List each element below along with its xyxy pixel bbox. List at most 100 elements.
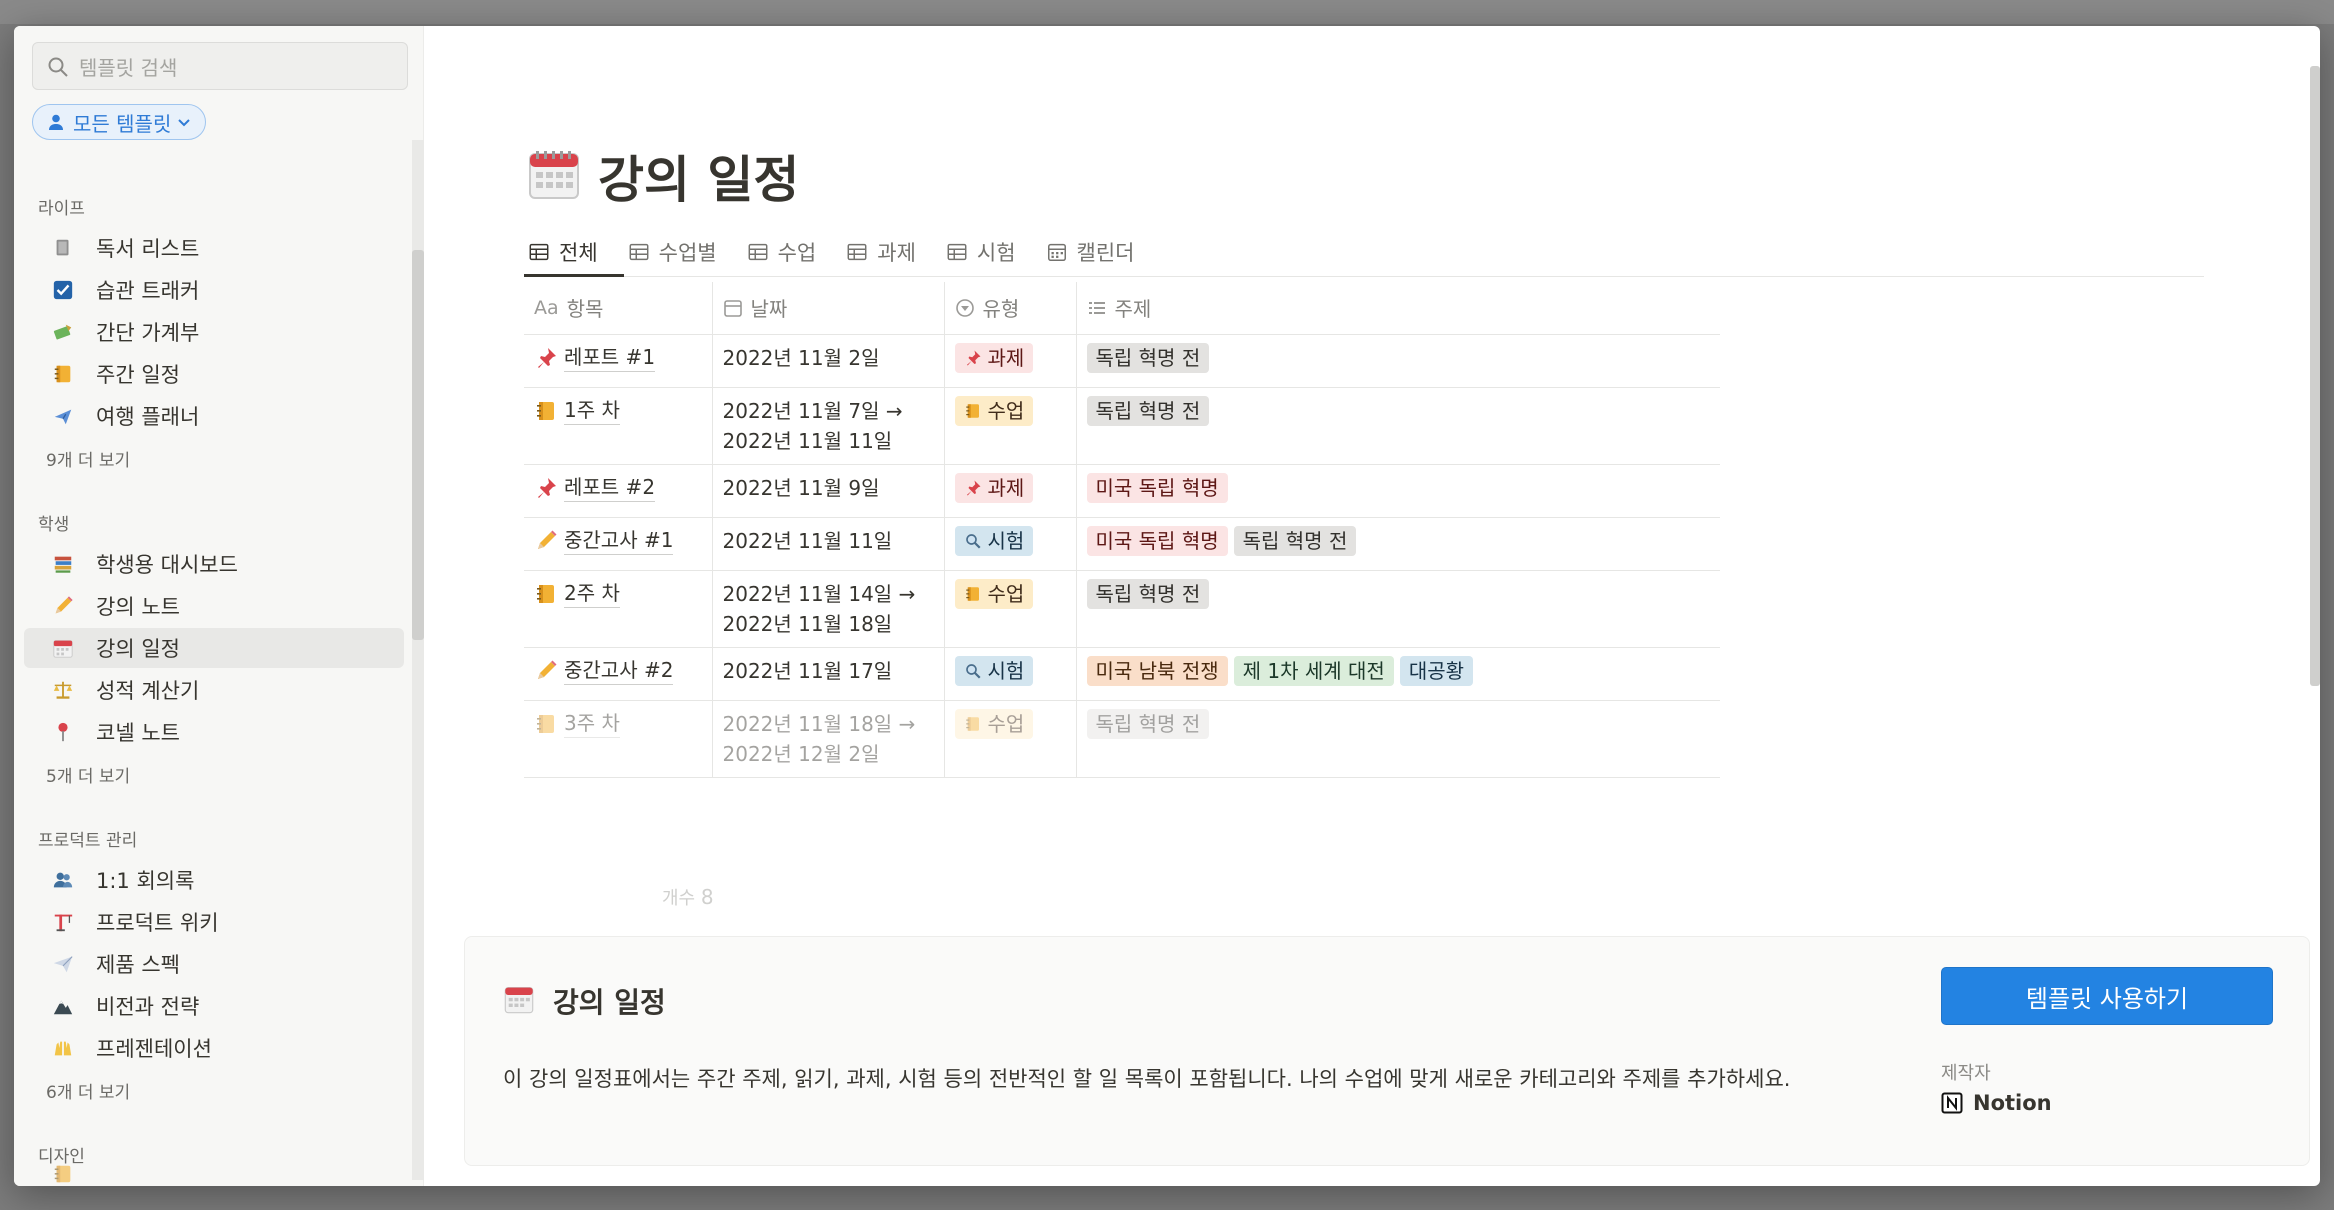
sidebar-item-label: 1:1 회의록 (96, 869, 195, 893)
pin-icon (50, 719, 76, 745)
notebook-icon (534, 396, 558, 423)
template-gallery-modal: 템플릿 검색 모든 템플릿 라이프독서 리스트 습관 트래커 간단 가계부 주간 일정… (14, 26, 2320, 1186)
row-title: 2주 차 (564, 579, 620, 608)
cell-topic[interactable]: 독립 혁명 전 (1076, 334, 1720, 388)
panel-description: 이 강의 일정표에서는 주간 주제, 읽기, 과제, 시험 등의 전반적인 할 … (503, 1067, 1791, 1091)
sidebar-item-label: 강의 노트 (96, 595, 180, 619)
column-header-date[interactable]: 날짜 (712, 282, 945, 335)
sidebar-item-raised-hands[interactable]: 프레젠테이션 (24, 1028, 404, 1068)
sidebar-item-airplane[interactable]: 여행 플래너 (24, 396, 404, 436)
use-template-button[interactable]: 템플릿 사용하기 (1941, 967, 2273, 1025)
tab-view-1[interactable]: 수업별 (628, 232, 717, 272)
sidebar-item-partial[interactable] (24, 1154, 404, 1186)
topic-tag: 미국 독립 혁명 (1086, 525, 1228, 556)
date-value: 2022년 11월 17일 (722, 658, 893, 683)
show-more-link[interactable]: 6개 더 보기 (46, 1078, 130, 1103)
sidebar-item-mountain[interactable]: 비전과 전략 (24, 986, 404, 1026)
tab-label: 수업별 (658, 241, 717, 265)
sidebar-item-checkbox[interactable]: 습관 트래커 (24, 270, 404, 310)
cell-type[interactable]: 시험 (944, 647, 1077, 701)
cell-name[interactable]: 3주 차 (524, 700, 713, 778)
cell-date[interactable]: 2022년 11월 17일 (712, 647, 945, 701)
row-title: 레포트 #2 (564, 473, 656, 502)
cell-name[interactable]: 중간고사 #1 (524, 517, 713, 571)
cell-type[interactable]: 수업 (944, 700, 1077, 778)
sidebar-item-book[interactable]: 독서 리스트 (24, 228, 404, 268)
show-more-link[interactable]: 9개 더 보기 (46, 446, 130, 471)
cell-date[interactable]: 2022년 11월 2일 (712, 334, 945, 388)
topic-tag: 제 1차 세계 대전 (1233, 655, 1394, 686)
tab-view-4[interactable]: 시험 (946, 232, 1016, 272)
type-tag: 수업 (954, 708, 1034, 739)
sidebar-item-crane[interactable]: 프로덕트 위키 (24, 902, 404, 942)
date-value: 2022년 11월 2일 (722, 345, 880, 370)
preview-scrollbar[interactable] (2310, 66, 2320, 686)
tab-view-0[interactable]: 전체 (528, 232, 598, 272)
sidebar-item-pin[interactable]: 코넬 노트 (24, 712, 404, 752)
table-row[interactable]: 레포트 #2 2022년 11월 9일 과제 미국 독립 혁명 (524, 464, 1720, 518)
table-row[interactable]: 1주 차 2022년 11월 7일 → 2022년 11월 11일 수업 독립 … (524, 387, 1720, 465)
sidebar-scrollbar[interactable] (412, 140, 424, 1180)
cell-name[interactable]: 레포트 #1 (524, 334, 713, 388)
table-row[interactable]: 레포트 #1 2022년 11월 2일 과제 독립 혁명 전 (524, 334, 1720, 388)
column-header-topic[interactable]: 주제 (1076, 282, 1720, 335)
type-tag: 수업 (954, 395, 1034, 426)
tab-view-5[interactable]: 캘린더 (1046, 232, 1135, 272)
date-value: 2022년 11월 7일 → 2022년 11월 11일 (722, 398, 903, 453)
cell-topic[interactable]: 미국 남북 전쟁 제 1차 세계 대전 대공황 (1076, 647, 1720, 701)
row-title: 레포트 #1 (564, 343, 656, 372)
cell-type[interactable]: 수업 (944, 570, 1077, 648)
cell-type[interactable]: 과제 (944, 464, 1077, 518)
table-row[interactable]: 3주 차 2022년 11월 18일 → 2022년 12월 2일 수업 독립 … (524, 700, 1720, 778)
cell-topic[interactable]: 미국 독립 혁명 (1076, 464, 1720, 518)
view-tabs: 전체 수업별 수업 과제 시험 캘린더 (528, 232, 1135, 272)
template-search-input[interactable]: 템플릿 검색 (32, 42, 408, 90)
cell-topic[interactable]: 미국 독립 혁명 독립 혁명 전 (1076, 517, 1720, 571)
cell-topic[interactable]: 독립 혁명 전 (1076, 570, 1720, 648)
cell-date[interactable]: 2022년 11월 14일 → 2022년 11월 18일 (712, 570, 945, 648)
sidebar-item-calendar[interactable]: 강의 일정 (24, 628, 404, 668)
cell-name[interactable]: 중간고사 #2 (524, 647, 713, 701)
cell-topic[interactable]: 독립 혁명 전 (1076, 387, 1720, 465)
sidebar-item-label: 학생용 대시보드 (96, 553, 238, 577)
sidebar-item-pencil[interactable]: 강의 노트 (24, 586, 404, 626)
sidebar-item-notebook[interactable]: 주간 일정 (24, 354, 404, 394)
cell-date[interactable]: 2022년 11월 11일 (712, 517, 945, 571)
filter-label: 모든 템플릿 (73, 111, 172, 136)
topic-tag: 대공황 (1399, 655, 1474, 686)
cell-type[interactable]: 과제 (944, 334, 1077, 388)
books-icon (50, 551, 76, 577)
sidebar-scroll-thumb[interactable] (412, 250, 424, 640)
maker[interactable]: Notion (1941, 1091, 2052, 1115)
column-header-name[interactable]: Aa 항목 (524, 282, 713, 335)
cell-topic[interactable]: 독립 혁명 전 (1076, 700, 1720, 778)
crane-icon (50, 909, 76, 935)
table-row[interactable]: 중간고사 #1 2022년 11월 11일 시험 미국 독립 혁명 독립 혁명 전 (524, 517, 1720, 571)
tab-view-3[interactable]: 과제 (846, 232, 916, 272)
table-row[interactable]: 중간고사 #2 2022년 11월 17일 시험 미국 남북 전쟁 제 1차 세계… (524, 647, 1720, 701)
notebook-icon (964, 715, 982, 733)
sidebar-section-title: 라이프 (38, 199, 85, 219)
cell-name[interactable]: 레포트 #2 (524, 464, 713, 518)
cell-date[interactable]: 2022년 11월 7일 → 2022년 11월 11일 (712, 387, 945, 465)
sidebar-item-scales[interactable]: 성적 계산기 (24, 670, 404, 710)
template-filter-dropdown[interactable]: 모든 템플릿 (32, 104, 207, 140)
sidebar-item-money[interactable]: 간단 가계부 (24, 312, 404, 352)
table-row[interactable]: 2주 차 2022년 11월 14일 → 2022년 11월 18일 수업 독립… (524, 570, 1720, 648)
show-more-link[interactable]: 5개 더 보기 (46, 762, 130, 787)
tab-view-2[interactable]: 수업 (747, 232, 816, 272)
cell-date[interactable]: 2022년 11월 18일 → 2022년 12월 2일 (712, 700, 945, 778)
cell-type[interactable]: 수업 (944, 387, 1077, 465)
column-header-type[interactable]: 유형 (944, 282, 1077, 335)
cell-name[interactable]: 1주 차 (524, 387, 713, 465)
sidebar-item-people[interactable]: 1:1 회의록 (24, 860, 404, 900)
cell-name[interactable]: 2주 차 (524, 570, 713, 648)
date-value: 2022년 11월 18일 → 2022년 12월 2일 (722, 711, 916, 766)
mountain-icon (50, 993, 76, 1019)
cell-type[interactable]: 시험 (944, 517, 1077, 571)
calendar-view-icon (1046, 241, 1068, 263)
sidebar-item-paper-plane[interactable]: 제품 스펙 (24, 944, 404, 984)
sidebar-item-label: 코넬 노트 (96, 721, 180, 745)
sidebar-item-books[interactable]: 학생용 대시보드 (24, 544, 404, 584)
cell-date[interactable]: 2022년 11월 9일 (712, 464, 945, 518)
